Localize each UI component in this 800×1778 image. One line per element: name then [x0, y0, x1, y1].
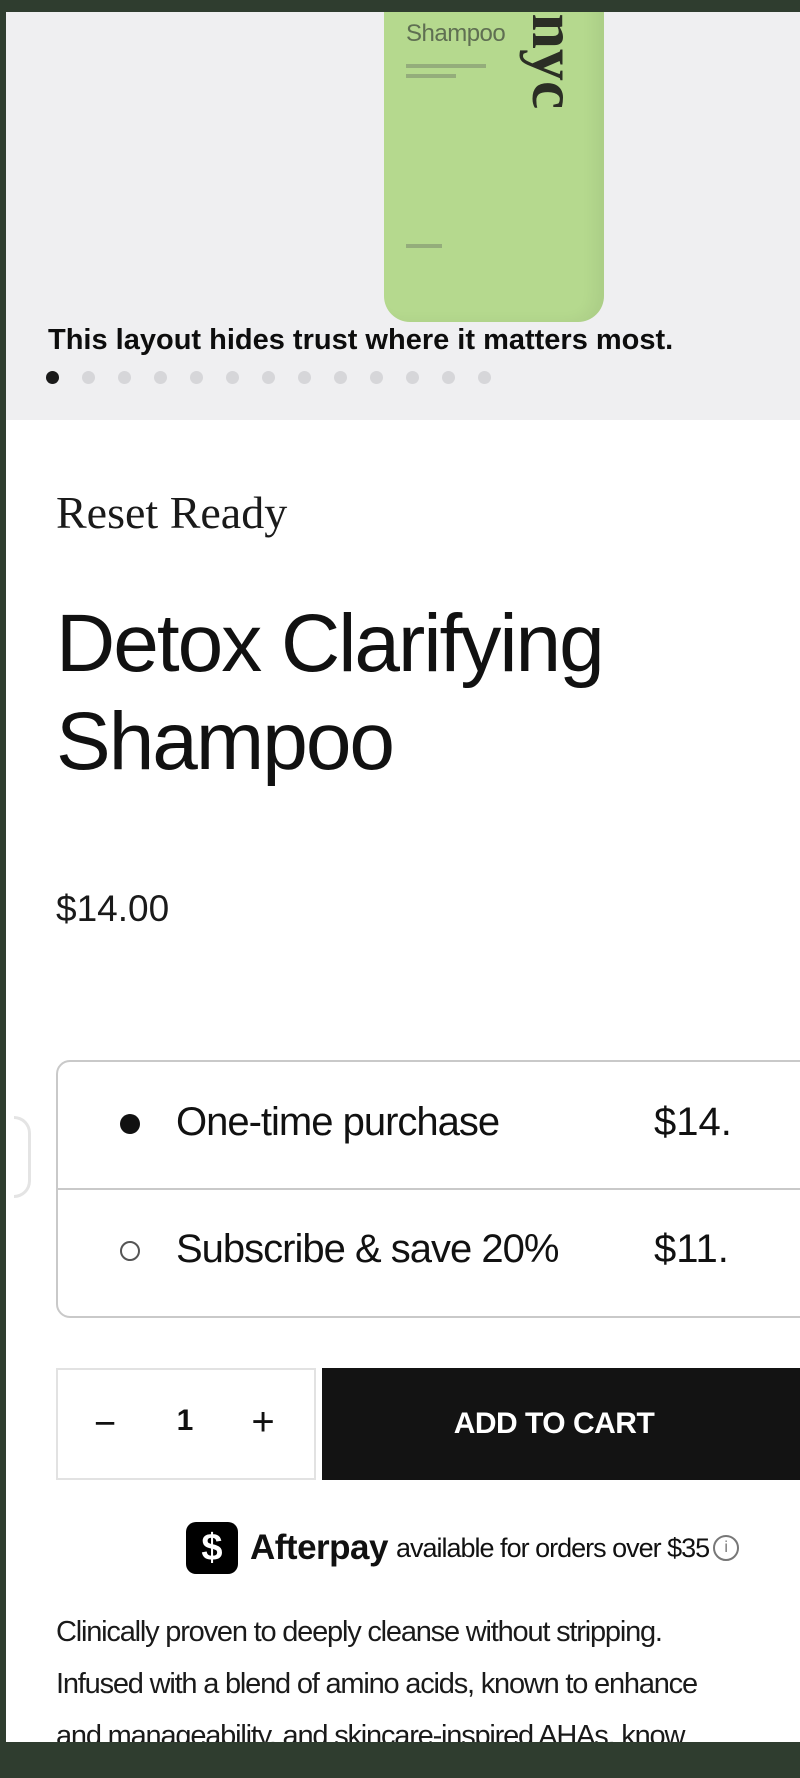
- device-frame: Shampoo -nyc This layout hides trust whe…: [0, 0, 800, 1778]
- option-one-time-purchase[interactable]: One-time purchase $14.: [58, 1062, 800, 1190]
- carousel-dot[interactable]: [370, 371, 383, 384]
- decrease-quantity-button[interactable]: −: [90, 1402, 120, 1446]
- bottle-fine-print: [406, 244, 442, 248]
- description-line: Clinically proven to deeply cleanse with…: [56, 1616, 663, 1648]
- option-price: $11.: [654, 1227, 729, 1271]
- radio-selected-icon[interactable]: [120, 1114, 140, 1134]
- carousel-dot[interactable]: [478, 371, 491, 384]
- bottle-fine-print: [406, 74, 456, 78]
- carousel-dot[interactable]: [262, 371, 275, 384]
- description-line: and manageability, and skincare-inspired…: [56, 1720, 685, 1742]
- add-to-cart-button[interactable]: ADD TO CART: [322, 1368, 800, 1480]
- info-icon[interactable]: i: [713, 1535, 740, 1561]
- carousel-dot[interactable]: [190, 371, 203, 384]
- carousel-dot[interactable]: [46, 371, 59, 384]
- collection-name: Reset Ready: [56, 487, 288, 538]
- purchase-options: One-time purchase $14. Subscribe & save …: [56, 1060, 800, 1318]
- product-price: $14.00: [56, 888, 170, 929]
- carousel-dot[interactable]: [442, 371, 455, 384]
- quantity-stepper: − 1 +: [56, 1368, 316, 1480]
- afterpay-notice: $ Afterpay available for orders over $35…: [186, 1522, 740, 1574]
- increase-quantity-button[interactable]: +: [246, 1400, 280, 1444]
- carousel-dot[interactable]: [334, 371, 347, 384]
- product-bottle-image: Shampoo -nyc: [384, 12, 604, 322]
- option-label: Subscribe & save 20%: [176, 1227, 559, 1271]
- bottle-label: Shampoo: [406, 20, 506, 47]
- carousel-dot[interactable]: [118, 371, 131, 384]
- video-caption: This layout hides trust where it matters…: [48, 324, 674, 356]
- carousel-dot[interactable]: [154, 371, 167, 384]
- bottle-brand-mark: -nyc: [519, 12, 590, 110]
- quantity-value[interactable]: 1: [170, 1404, 200, 1438]
- radio-unselected-icon[interactable]: [120, 1241, 140, 1261]
- carousel-dot[interactable]: [82, 371, 95, 384]
- product-page: Shampoo -nyc This layout hides trust whe…: [6, 12, 800, 1742]
- option-price: $14.: [654, 1100, 732, 1144]
- afterpay-brand: Afterpay: [250, 1528, 388, 1567]
- description-line: Infused with a blend of amino acids, kno…: [56, 1668, 698, 1700]
- product-image-gallery[interactable]: Shampoo -nyc This layout hides trust whe…: [6, 12, 800, 420]
- option-subscribe[interactable]: Subscribe & save 20% $11.: [58, 1189, 800, 1315]
- afterpay-text: available for orders over $35: [395, 1532, 710, 1563]
- bottle-fine-print: [406, 64, 486, 68]
- afterpay-logo-icon: $: [186, 1522, 238, 1574]
- carousel-dot[interactable]: [298, 371, 311, 384]
- carousel-dot[interactable]: [406, 371, 419, 384]
- option-label: One-time purchase: [176, 1100, 500, 1144]
- carousel-dot[interactable]: [226, 371, 239, 384]
- scroll-handle[interactable]: [14, 1116, 31, 1198]
- carousel-dots[interactable]: [46, 371, 491, 385]
- product-title: Detox Clarifying Shampoo: [56, 598, 605, 787]
- product-description: Clinically proven to deeply cleanse with…: [56, 1606, 800, 1742]
